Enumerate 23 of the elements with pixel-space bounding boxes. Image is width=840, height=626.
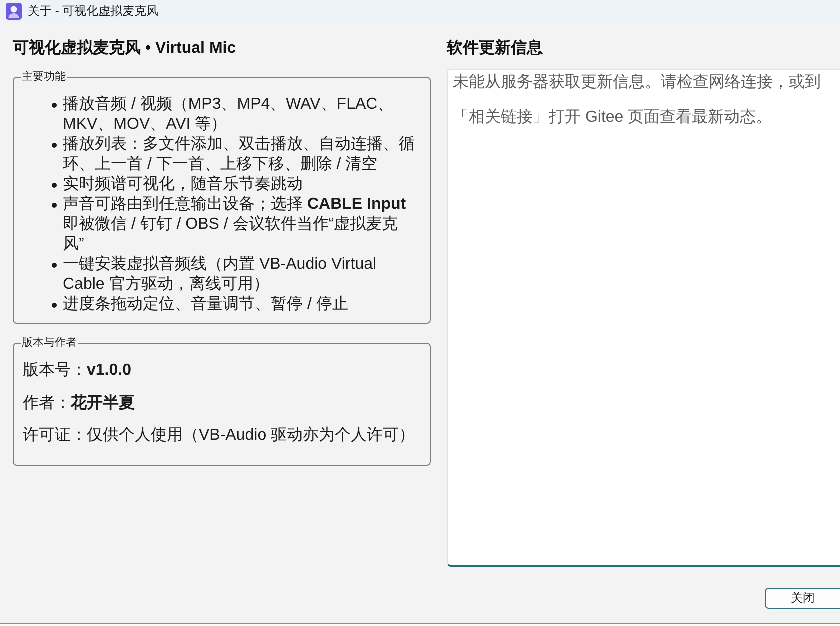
- group-title: 版本与作者: [21, 336, 78, 350]
- info-text: 许可证：仅供个人使用（VB-Audio 驱动亦为个人许可）: [23, 426, 416, 446]
- bullet-icon: [52, 183, 57, 188]
- bullet-icon: [52, 263, 57, 268]
- close-button[interactable]: 关闭: [765, 588, 840, 609]
- info-text: 版本号：v1.0.0: [23, 361, 132, 381]
- group-title: 主要功能: [21, 70, 67, 84]
- feature-text: 播放音频 / 视频（MP3、MP4、WAV、FLAC、 MKV、MOV、AVI 等）: [63, 95, 394, 135]
- bullet-icon: [52, 303, 57, 308]
- info-text: 作者：花开半夏: [23, 394, 136, 414]
- app-title: 可视化虚拟麦克风 • Virtual Mic: [13, 38, 238, 59]
- bullet-icon: [52, 103, 57, 108]
- feature-text: 实时频谱可视化，随音乐节奏跳动: [63, 175, 303, 195]
- feature-text: 播放列表：多文件添加、双击播放、自动连播、循 环、上一首 / 下一首、上移下移、删除 / 清空: [63, 135, 415, 175]
- user-icon: [6, 2, 22, 20]
- feature-text: 声音可路由到任意输出设备；选择 CABLE Input 即被微信 / 钉钉 / OBS / 会议软件当作“虚拟麦克 风”: [63, 195, 406, 255]
- window-title: 关于 - 可视化虚拟麦克风: [28, 3, 159, 19]
- update-info-field[interactable]: 未能从服务器获取更新信息。请检查网络连接，或到 「相关链接」打开 Gitee 页面查看最新动态。: [447, 69, 840, 567]
- feature-text: 进度条拖动定位、音量调节、暂停 / 停止: [63, 295, 348, 315]
- section-heading: 软件更新信息: [447, 38, 544, 59]
- feature-text: 一键安装虚拟音频线（内置 VB-Audio Virtual Cable 官方驱动，离线可用）: [63, 255, 377, 295]
- bullet-icon: [52, 143, 57, 148]
- bullet-icon: [52, 203, 57, 208]
